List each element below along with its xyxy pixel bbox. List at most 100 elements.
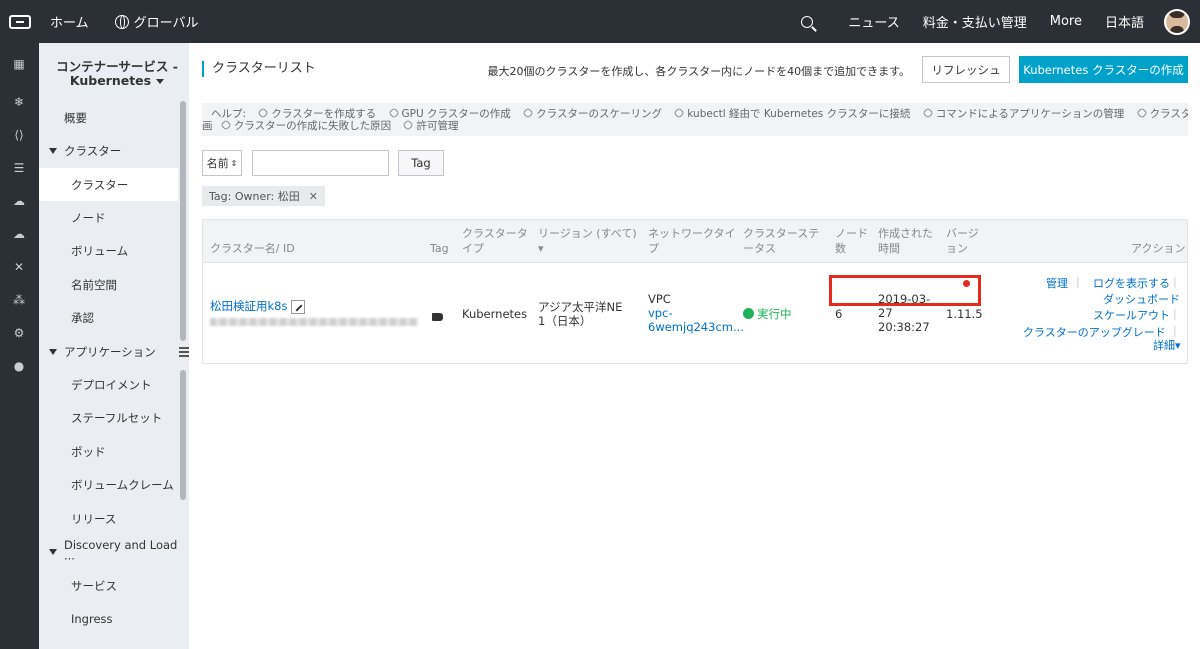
circle-icon[interactable]: ● xyxy=(12,359,26,373)
header-node-count: ノード数 xyxy=(835,227,868,255)
version-cell: 1.11.5 xyxy=(946,307,983,321)
help-link-cluster-plan[interactable]: クラスター計 xyxy=(1135,108,1188,120)
sidebar-item-releases[interactable]: リリース xyxy=(39,502,178,535)
help-link-gpu-cluster[interactable]: GPU クラスターの作成 xyxy=(387,108,511,120)
help-link-creation-failure[interactable]: クラスターの作成に失敗した原因 xyxy=(220,120,391,132)
database-icon[interactable]: ☰ xyxy=(12,161,26,175)
sidebar-group-applications[interactable]: アプリケーション xyxy=(39,335,178,368)
sidebar-scrollbar-lower[interactable] xyxy=(180,370,186,500)
tag-chip-label: Tag: Owner: 松田 xyxy=(209,190,300,203)
sidebar-item-volumes[interactable]: ボリューム xyxy=(39,234,178,267)
edit-pencil-icon[interactable] xyxy=(291,299,306,314)
sidebar-item-pods[interactable]: ポッド xyxy=(39,435,178,468)
sidebar-item-authorization[interactable]: 承認 xyxy=(39,301,178,334)
cluster-name-link[interactable]: 松田検証用k8s xyxy=(210,299,287,313)
node-count-cell: 6 xyxy=(835,307,843,321)
help-label: ヘルプ: xyxy=(211,108,247,120)
nav-global-link[interactable]: グローバル xyxy=(114,12,199,31)
cloud-upload-icon[interactable]: ☁ xyxy=(12,227,26,241)
language-selector[interactable]: 日本語 xyxy=(1105,12,1144,31)
more-details-link[interactable]: 詳細▾ xyxy=(1153,337,1181,353)
sidebar-scrollbar[interactable] xyxy=(180,101,186,341)
filter-field-select[interactable]: 名前 ⇕ xyxy=(202,150,242,176)
header-tag: Tag xyxy=(430,242,449,255)
tag-icon[interactable] xyxy=(432,313,443,321)
link-icon xyxy=(922,108,934,119)
cloud-icon[interactable]: ☁ xyxy=(12,194,26,208)
sidebar-item-overview[interactable]: 概要 xyxy=(39,101,178,134)
manage-action-link[interactable]: 管理 xyxy=(1046,275,1068,291)
refresh-button[interactable]: リフレッシュ xyxy=(922,56,1010,83)
header-actions: アクション xyxy=(1131,242,1186,255)
cluster-type-cell: Kubernetes xyxy=(462,307,528,321)
help-link-app-management[interactable]: コマンドによるアプリケーションの管理 xyxy=(922,108,1124,120)
search-input[interactable] xyxy=(252,150,389,176)
help-link-create-cluster[interactable]: クラスターを作成する xyxy=(257,108,376,120)
header-cluster-name: クラスター名/ ID xyxy=(210,242,295,255)
caret-down-icon xyxy=(49,348,57,355)
top-navigation-bar: ホーム グローバル ニュース 料金・支払い管理 More 日本語 xyxy=(0,0,1200,43)
help-link-permissions[interactable]: 許可管理 xyxy=(402,120,458,132)
link-icon xyxy=(522,108,534,119)
sidebar-item-clusters[interactable]: クラスター xyxy=(39,168,178,201)
caret-down-icon xyxy=(49,548,57,555)
link-icon xyxy=(673,108,685,119)
sidebar-item-volume-claims[interactable]: ボリュームクレーム xyxy=(39,468,178,501)
globe-icon xyxy=(114,14,129,29)
search-icon[interactable] xyxy=(801,15,814,28)
vpc-link[interactable]: vpc- 6wemjq243cm... xyxy=(648,306,744,334)
action-separator: | xyxy=(1173,275,1177,288)
sidebar-item-nodes[interactable]: ノード xyxy=(39,201,178,234)
sidebar-title-line2: Kubernetes xyxy=(69,73,152,88)
avatar[interactable] xyxy=(1164,8,1190,35)
header-network-type: ネットワークタイプ xyxy=(648,227,736,255)
sidebar-item-statefulsets[interactable]: ステーフルセット xyxy=(39,401,178,434)
header-created-time: 作成された 時間 xyxy=(878,227,933,255)
close-icon[interactable]: ✕ xyxy=(309,190,318,203)
help-link-scaling[interactable]: クラスターのスケーリング xyxy=(522,108,662,120)
sidebar-item-namespaces[interactable]: 名前空間 xyxy=(39,268,178,301)
create-cluster-button[interactable]: Kubernetes クラスターの作成 xyxy=(1019,56,1188,83)
region-cell: アジア太平洋NE 1（日本） xyxy=(538,300,623,328)
active-tag-filter: Tag: Owner: 松田 ✕ xyxy=(202,186,325,206)
alibaba-cloud-logo[interactable] xyxy=(0,0,40,43)
sidebar-group-clusters[interactable]: クラスター xyxy=(39,134,178,167)
chevron-down-icon xyxy=(156,78,165,84)
network-cell: VPC vpc- 6wemjq243cm... xyxy=(648,292,744,334)
tag-filter-button[interactable]: Tag xyxy=(398,150,444,176)
dashboard-action-link[interactable]: ダッシュボード xyxy=(1103,291,1180,307)
help-link-kubectl[interactable]: kubectl 経由で Kubernetes クラスターに接続 xyxy=(673,108,910,120)
nav-news-link[interactable]: ニュース xyxy=(848,12,899,31)
link-icon xyxy=(387,108,400,119)
sidebar: コンテナーサービス - Kubernetes 概要 クラスター クラスター ノー… xyxy=(39,43,189,649)
sidebar-title[interactable]: コンテナーサービス - Kubernetes xyxy=(39,43,189,105)
scale-out-action-link[interactable]: スケールアウト xyxy=(1093,307,1170,323)
view-logs-action-link[interactable]: ログを表示する xyxy=(1093,275,1170,291)
product-icon-rail: ▦ ❄ ⟨⟩ ☰ ☁ ☁ ✕ ⁂ ⚙ ● xyxy=(0,43,39,649)
nav-home-link[interactable]: ホーム xyxy=(50,12,89,31)
table-header: クラスター名/ ID Tag クラスタータ イプ リージョン (すべて) ▾ ネット… xyxy=(203,220,1187,263)
cluster-icon[interactable]: ⁂ xyxy=(12,293,26,307)
sidebar-item-ingress[interactable]: Ingress xyxy=(39,602,178,635)
nav-more-link[interactable]: More xyxy=(1050,14,1082,29)
sidebar-item-deployments[interactable]: デプロイメント xyxy=(39,368,178,401)
network-icon[interactable]: ✕ xyxy=(12,260,26,274)
sidebar-group-label: クラスター xyxy=(64,143,122,158)
snowflake-icon[interactable]: ❄ xyxy=(12,95,26,109)
upgrade-cluster-action-link[interactable]: クラスターのアップグレード xyxy=(1023,324,1166,340)
action-separator: | xyxy=(1173,307,1177,320)
sidebar-title-line1: コンテナーサービス - xyxy=(56,58,178,74)
sidebar-group-discovery[interactable]: Discovery and Load ··· xyxy=(39,535,178,568)
header-region[interactable]: リージョン (すべて) ▾ xyxy=(538,226,637,256)
container-icon[interactable]: ⚙ xyxy=(12,326,26,340)
cluster-id-redacted xyxy=(210,318,418,326)
apps-grid-icon[interactable]: ▦ xyxy=(12,57,26,71)
nav-billing-link[interactable]: 料金・支払い管理 xyxy=(923,12,1027,31)
help-link-cluster-plan-cont[interactable]: 画 xyxy=(202,120,213,132)
code-icon[interactable]: ⟨⟩ xyxy=(12,128,26,142)
action-separator: | xyxy=(1173,324,1177,337)
help-bar: ヘルプ: クラスターを作成する GPU クラスターの作成 クラスターのスケーリン… xyxy=(202,103,1188,136)
link-icon xyxy=(220,120,232,131)
sidebar-item-services[interactable]: サービス xyxy=(39,569,178,602)
notification-dot xyxy=(963,280,970,287)
